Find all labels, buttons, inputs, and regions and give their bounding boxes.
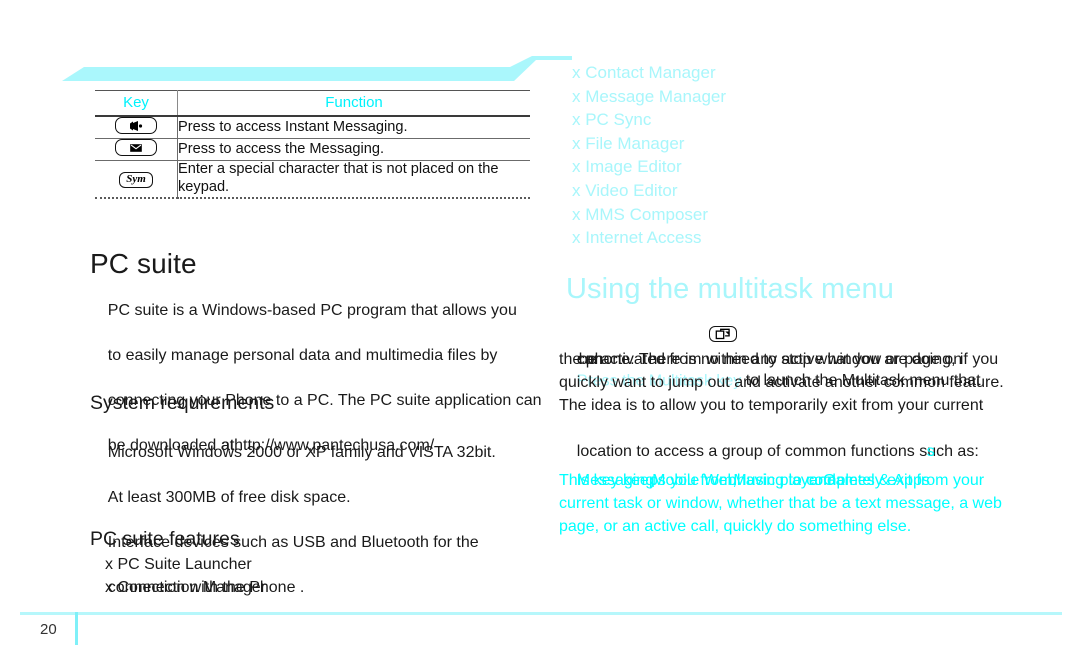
page-title-pc-suite: PC suite	[90, 248, 197, 279]
list-item: x MMS Composer	[572, 204, 709, 224]
closing-line-2: current task or window, whether that be …	[559, 495, 1002, 512]
table-header-row: Key Function	[95, 90, 530, 116]
pc-suite-line-2: to easily manage personal data and multi…	[107, 346, 498, 364]
table-row: Press to access Instant Messaging.	[95, 116, 530, 139]
list-item: x File Manager	[572, 133, 685, 153]
sysreq-line-2: At least 300MB of free disk space.	[107, 488, 351, 506]
list-item: x Video Editor	[572, 180, 678, 200]
function-cell: Enter a special character that is not pl…	[178, 161, 499, 195]
list-item: x Internet Access	[572, 228, 702, 248]
key-cell	[95, 138, 178, 161]
table-row: Sym Enter a special character that is no…	[95, 160, 530, 198]
key-function-table: Key Function Press to access Instant Mes…	[95, 90, 530, 199]
pc-suite-line-1: PC suite is a Windows-based PC program t…	[107, 301, 517, 319]
function-cell: Press to access Instant Messaging.	[178, 118, 408, 135]
envelope-message-key-icon	[115, 139, 157, 156]
closing-line-3: page, or an active call, quickly do some…	[559, 518, 912, 535]
key-cell	[95, 116, 178, 139]
list-item: x Connection Manager	[105, 578, 266, 596]
multitask-line-4: quickly want to jump out and activate an…	[559, 374, 1004, 391]
function-cell: Press to access the Messaging.	[178, 140, 385, 157]
top-banner	[62, 55, 572, 87]
key-cell: Sym	[95, 160, 178, 198]
list-item: x Contact Manager	[572, 63, 716, 82]
list-item: x PC Suite Launcher	[105, 556, 252, 573]
closing-line-1: This key keeps you from having to comple…	[559, 472, 985, 489]
pc-suite-features-heading: PC suite features	[90, 528, 240, 550]
page-number: 20	[40, 621, 57, 638]
list-item: x Message Manager	[572, 86, 727, 106]
sysreq-line-1: Microsoft Windows 2000 or XP family and …	[107, 443, 496, 461]
multitask-menu-heading: Using the multitask menu	[566, 273, 894, 305]
manual-page: Key Function Press to access Instant Mes…	[0, 0, 1080, 670]
list-item: x Image Editor	[572, 157, 682, 177]
multitask-line-3: the phone. There is no need to stop what…	[559, 351, 999, 368]
list-item: x PC Sync	[572, 110, 652, 130]
pc-suite-feature-list-cyan: x Contact Manager x Message Manager x PC…	[572, 61, 726, 250]
table-row: Press to access the Messaging.	[95, 138, 530, 161]
sym-key-icon: Sym	[119, 171, 153, 188]
instant-messaging-key-icon	[115, 117, 157, 134]
header-function: Function	[325, 94, 383, 111]
pc-suite-features-list: x PC Suite Launcher x Connection Manager	[105, 554, 266, 599]
system-requirements-heading: System requirements	[90, 392, 275, 414]
header-key: Key	[95, 90, 178, 116]
multitask-line-5: The idea is to allow you to temporarily …	[559, 397, 984, 414]
footer-rule	[20, 612, 1062, 615]
footer-divider	[75, 612, 78, 645]
